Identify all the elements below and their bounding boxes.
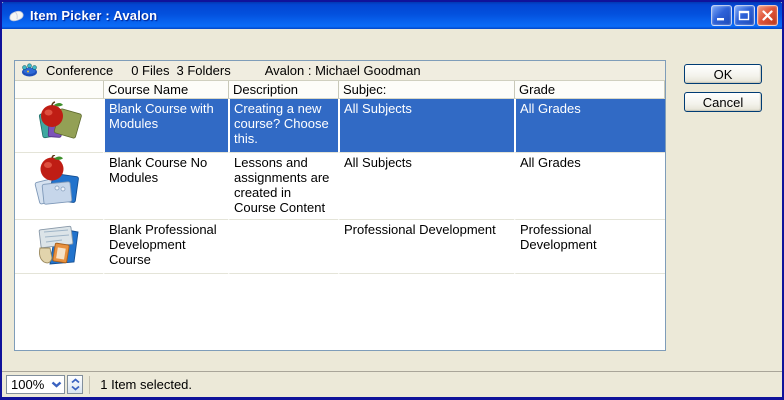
cell-course-name: Blank Professional Development Course	[103, 220, 228, 274]
zoom-stepper[interactable]	[67, 375, 83, 394]
chevron-down-icon	[48, 376, 64, 393]
selection-status-text: 1 Item selected.	[100, 377, 192, 392]
status-bar: 100% 1 Item selected.	[2, 371, 782, 397]
apple-folders-course-icon	[33, 135, 85, 150]
cell-description: Lessons and assignments are created in C…	[228, 153, 338, 220]
chevron-down-icon	[71, 385, 80, 391]
cell-course-name: Blank Course with Modules	[103, 99, 228, 153]
files-count: 0 Files	[131, 63, 169, 78]
column-header-course-name[interactable]: Course Name	[103, 81, 228, 99]
map-notepad-course-icon	[32, 256, 86, 271]
cell-description	[228, 220, 338, 274]
column-header-icon	[15, 81, 103, 99]
conference-people-icon	[21, 63, 38, 78]
column-header-description[interactable]: Description	[228, 81, 338, 99]
column-header-subject[interactable]: Subjec:	[338, 81, 514, 99]
ok-button[interactable]: OK	[684, 64, 762, 84]
item-picker-window: Item Picker : Avalon	[0, 0, 784, 400]
close-button-icon[interactable]	[757, 5, 778, 26]
cancel-button[interactable]: Cancel	[684, 92, 762, 112]
scope-label: Conference	[46, 63, 113, 78]
zoom-level-value: 100%	[7, 377, 48, 392]
cell-grade: Professional Development	[514, 220, 665, 274]
table-header-row: Course Name Description Subjec: Grade	[15, 81, 665, 99]
course-table: Course Name Description Subjec: Grade	[15, 81, 665, 274]
cell-grade: All Grades	[514, 153, 665, 220]
apple-papers-course-icon	[31, 201, 87, 216]
maximize-button-icon[interactable]	[734, 5, 755, 26]
server-user-label: Avalon : Michael Goodman	[265, 63, 421, 78]
item-list-panel: Conference 0 Files 3 Folders Avalon : Mi…	[14, 60, 666, 351]
course-icon-cell	[15, 153, 103, 220]
cell-subject: All Subjects	[338, 153, 514, 220]
chevron-up-icon	[71, 378, 80, 384]
table-row-blank-course-with-modules[interactable]: Blank Course with Modules Creating a new…	[15, 99, 665, 153]
folders-count: 3 Folders	[177, 63, 231, 78]
course-icon-cell	[15, 99, 103, 153]
cell-description: Creating a new course? Choose this.	[228, 99, 338, 153]
table-row-blank-professional-development-course[interactable]: Blank Professional Development Course Pr…	[15, 220, 665, 274]
window-title: Item Picker : Avalon	[30, 8, 157, 23]
table-row-blank-course-no-modules[interactable]: Blank Course No Modules Lessons and assi…	[15, 153, 665, 220]
cell-subject: All Subjects	[338, 99, 514, 153]
column-header-grade[interactable]: Grade	[514, 81, 665, 99]
cell-course-name: Blank Course No Modules	[103, 153, 228, 220]
title-bar: Item Picker : Avalon	[2, 2, 782, 29]
minimize-button-icon[interactable]	[711, 5, 732, 26]
course-icon-cell	[15, 220, 103, 274]
status-divider	[89, 376, 90, 394]
cell-grade: All Grades	[514, 99, 665, 153]
location-info-bar: Conference 0 Files 3 Folders Avalon : Mi…	[15, 61, 665, 81]
cell-subject: Professional Development	[338, 220, 514, 274]
window-page-icon	[8, 8, 25, 24]
zoom-level-dropdown[interactable]: 100%	[6, 375, 65, 394]
